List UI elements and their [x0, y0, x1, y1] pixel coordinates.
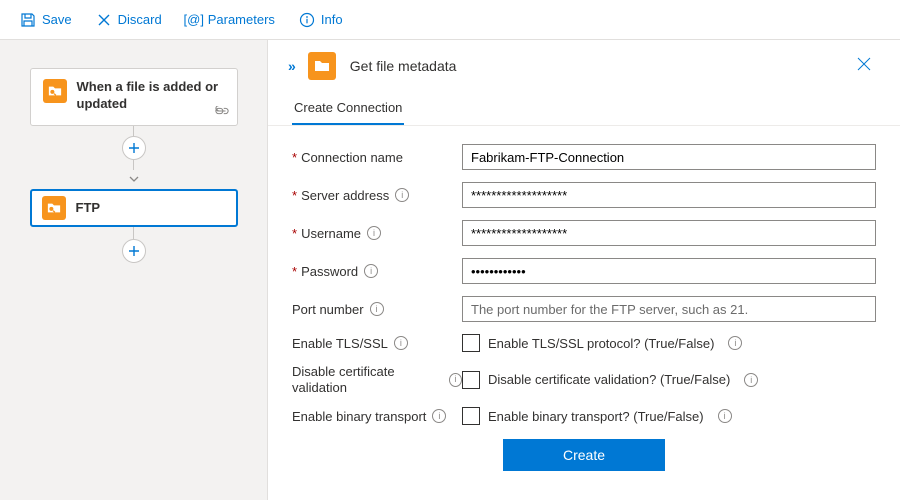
password-input[interactable]: [462, 258, 876, 284]
ftp-node[interactable]: FTP: [30, 189, 238, 227]
tab-create-connection[interactable]: Create Connection: [292, 92, 404, 125]
workflow-canvas[interactable]: When a file is added or updated FTP: [0, 40, 268, 500]
info-icon[interactable]: i: [395, 188, 409, 202]
trigger-node[interactable]: When a file is added or updated: [30, 68, 238, 126]
folder-icon: [43, 79, 67, 103]
tls-caption: Enable TLS/SSL protocol? (True/False): [488, 336, 714, 351]
create-button[interactable]: Create: [503, 439, 665, 471]
info-icon[interactable]: i: [449, 373, 462, 387]
discard-label: Discard: [118, 12, 162, 27]
username-input[interactable]: [462, 220, 876, 246]
info-icon[interactable]: i: [728, 336, 742, 350]
panel-action-icon: [308, 52, 336, 80]
info-icon[interactable]: i: [744, 373, 758, 387]
detail-panel: » Get file metadata Create Connection *C…: [268, 40, 900, 500]
discard-button[interactable]: Discard: [86, 6, 172, 34]
tls-label: Enable TLS/SSLi: [292, 336, 462, 351]
arrow-down-icon: [129, 172, 139, 187]
port-input[interactable]: [462, 296, 876, 322]
close-icon[interactable]: [856, 56, 880, 77]
tls-checkbox[interactable]: [462, 334, 480, 352]
parameters-icon: [@]: [186, 12, 202, 28]
password-label: *Passwordi: [292, 264, 462, 279]
link-icon: [215, 104, 229, 119]
info-label: Info: [321, 12, 343, 27]
connection-form: *Connection name *Server addressi *Usern…: [268, 126, 900, 481]
info-icon[interactable]: i: [364, 264, 378, 278]
discard-icon: [96, 12, 112, 28]
trigger-title: When a file is added or updated: [77, 79, 225, 113]
cert-label: Disable certificate validationi: [292, 364, 462, 395]
username-label: *Usernamei: [292, 226, 462, 241]
info-button[interactable]: Info: [289, 6, 353, 34]
parameters-button[interactable]: [@] Parameters: [176, 6, 285, 34]
connection-name-label: *Connection name: [292, 150, 462, 165]
info-icon[interactable]: i: [718, 409, 732, 423]
server-address-label: *Server addressi: [292, 188, 462, 203]
panel-title: Get file metadata: [350, 58, 457, 74]
info-icon[interactable]: i: [432, 409, 446, 423]
info-icon[interactable]: i: [394, 336, 408, 350]
toolbar: Save Discard [@] Parameters Info: [0, 0, 900, 40]
save-button[interactable]: Save: [10, 6, 82, 34]
save-label: Save: [42, 12, 72, 27]
server-address-input[interactable]: [462, 182, 876, 208]
connection-name-input[interactable]: [462, 144, 876, 170]
cert-checkbox[interactable]: [462, 371, 480, 389]
cert-caption: Disable certificate validation? (True/Fa…: [488, 372, 730, 387]
parameters-label: Parameters: [208, 12, 275, 27]
collapse-chevron-icon[interactable]: »: [288, 58, 296, 74]
tabstrip: Create Connection: [268, 92, 900, 126]
info-icon[interactable]: i: [367, 226, 381, 240]
connector-end: [0, 227, 267, 263]
connector: [0, 126, 267, 189]
add-step-button[interactable]: [122, 136, 146, 160]
save-icon: [20, 12, 36, 28]
binary-caption: Enable binary transport? (True/False): [488, 409, 704, 424]
binary-label: Enable binary transporti: [292, 409, 462, 424]
folder-icon: [42, 196, 66, 220]
info-icon: [299, 12, 315, 28]
ftp-title: FTP: [76, 200, 101, 217]
add-step-button-2[interactable]: [122, 239, 146, 263]
binary-checkbox[interactable]: [462, 407, 480, 425]
port-label: Port numberi: [292, 302, 462, 317]
info-icon[interactable]: i: [370, 302, 384, 316]
panel-header: » Get file metadata: [268, 40, 900, 92]
